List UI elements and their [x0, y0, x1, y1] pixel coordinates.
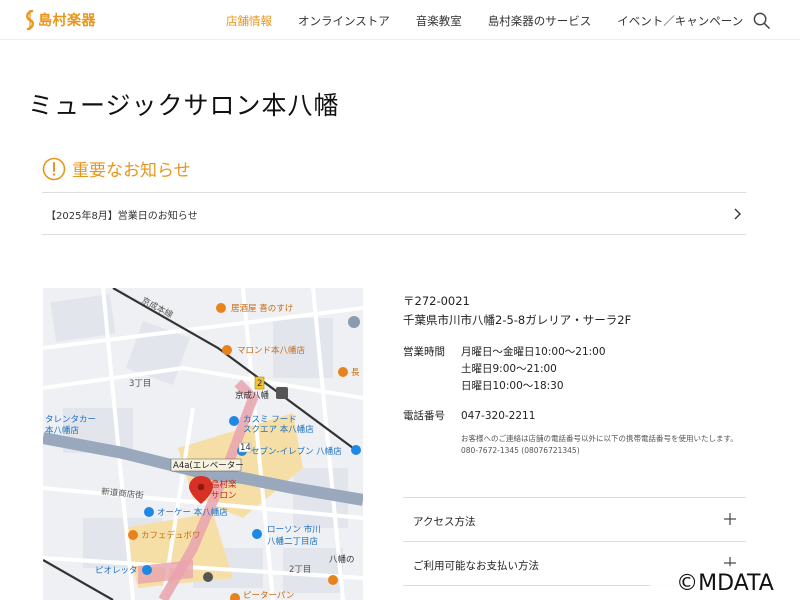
notice-title: 重要なお知らせ — [72, 161, 191, 181]
map-label-seven: セブン-イレブン 八幡店 — [251, 446, 342, 457]
poi-convenience-icon — [252, 529, 262, 539]
accordion-access-label: アクセス方法 — [413, 516, 476, 528]
watermark: ©MDATA — [650, 566, 800, 600]
notice-item-text: 【2025年8月】営業日のお知らせ — [46, 211, 198, 222]
map-label-yawata: 八幡の — [329, 554, 355, 565]
phone-number[interactable]: 047-320-2211 — [461, 408, 535, 425]
accordion-access[interactable]: アクセス方法 — [403, 497, 746, 541]
alert-icon — [42, 157, 66, 180]
nav-item-events[interactable]: イベント／キャンペーン — [617, 13, 743, 29]
map-label-naga: 長 — [351, 368, 360, 378]
poi-restaurant-icon — [222, 345, 232, 355]
poi-shop-icon — [229, 416, 239, 426]
hours-saturday: 土曜日9:00～21:00 — [461, 363, 557, 375]
nav-item-store-info[interactable]: 店舗情報 — [226, 13, 272, 29]
route-14-label: 14 — [240, 443, 251, 453]
hours-label: 営業時間 — [403, 346, 445, 358]
hours-weekday: 月曜日～金曜日10:00～21:00 — [461, 346, 606, 358]
map-label-cafe: カフェデュボワ — [141, 530, 201, 541]
map-label-talent: タレンタカー — [45, 415, 96, 425]
poi-gray-icon — [348, 316, 360, 328]
search-icon[interactable] — [752, 11, 771, 30]
map-label-exit: A4a(エレベーター — [173, 461, 244, 471]
map-label-okay: オーケー 本八幡店 — [157, 507, 228, 518]
nav-item-online-store[interactable]: オンラインストア — [298, 13, 390, 29]
poi-cafe-icon — [128, 530, 138, 540]
map-label-keisei-station: 京成八幡 — [235, 390, 270, 401]
postal-code: 〒272-0021 — [403, 294, 470, 308]
poi-shop-icon — [142, 565, 152, 575]
site-header: 島村楽器 店舗情報 オンラインストア 音楽教室 島村楽器のサービス イベント／キ… — [0, 0, 800, 40]
chevron-right-icon — [734, 208, 741, 220]
poi-shop-icon — [144, 507, 154, 517]
hours-values: 月曜日～金曜日10:00～21:00 土曜日9:00～21:00 日曜日10:0… — [461, 344, 606, 395]
logo[interactable]: 島村楽器 — [24, 9, 96, 31]
poi-shop-icon — [351, 445, 361, 455]
map-label-kasumi: カスミ フード — [243, 415, 297, 425]
poi-izakaya-icon — [216, 303, 226, 313]
map-label-lawson-2: 八幡二丁目店 — [267, 536, 319, 547]
map-label-izakaya: 居酒屋 喜のすけ — [231, 303, 293, 314]
phone-label: 電話番号 — [403, 410, 445, 422]
nav-item-services[interactable]: 島村楽器のサービス — [488, 13, 592, 29]
train-station-icon — [276, 387, 288, 399]
store-map[interactable]: 京成本線 居酒屋 喜のすけ マロンド本八幡店 長 3丁目 2 京成八幡 カスミ … — [43, 288, 363, 600]
map-label-store-2: サロン — [211, 491, 237, 501]
page-title: ミュージックサロン本八幡 — [28, 91, 340, 120]
alt-phone-number[interactable]: 080-7672-1345 (08076721345) — [461, 445, 751, 457]
map-label-lawson: ローソン 市川 — [267, 524, 321, 535]
map-label-3chome: 3丁目 — [129, 379, 151, 389]
phone-note-text: お客様へのご連絡は店舗の電話番号以外に以下の携帯電話番号を使用いたします。 — [461, 434, 738, 443]
map-label-talent-2: 本八幡店 — [45, 425, 80, 436]
poi-restaurant-icon — [338, 367, 348, 377]
map-label-kasumi-2: スクエア 本八幡店 — [243, 424, 314, 435]
phone-note: お客様へのご連絡は店舗の電話番号以外に以下の携帯電話番号を使用いたします。 08… — [461, 433, 751, 457]
poi-gray-icon — [203, 572, 213, 582]
plus-icon — [724, 513, 736, 525]
store-address: 千葉県市川市八幡2-5-8ガレリア・サーラ2F — [403, 313, 632, 327]
logo-mark-icon — [26, 9, 34, 31]
map-canvas: 京成本線 居酒屋 喜のすけ マロンド本八幡店 長 3丁目 2 京成八幡 カスミ … — [43, 288, 363, 600]
map-label-2chome: 2丁目 — [289, 565, 311, 575]
notice-item[interactable]: 【2025年8月】営業日のお知らせ — [42, 192, 746, 235]
logo-text: 島村楽器 — [38, 13, 96, 29]
map-label-store: 島村楽 — [211, 479, 237, 490]
map-label-pioretta: ピオレッタ — [95, 566, 138, 576]
poi-restaurant-icon — [328, 575, 338, 585]
nav-item-music-school[interactable]: 音楽教室 — [416, 13, 462, 29]
main-nav: 店舗情報 オンラインストア 音楽教室 島村楽器のサービス イベント／キャンペーン — [226, 13, 769, 29]
map-label-peter: ピーターパン — [243, 591, 294, 600]
store-info: 〒272-0021 千葉県市川市八幡2-5-8ガレリア・サーラ2F — [403, 292, 748, 330]
map-label-marudon: マロンド本八幡店 — [237, 345, 306, 356]
notice-heading: 重要なお知らせ — [42, 156, 191, 181]
hours-sunday: 日曜日10:00～18:30 — [461, 380, 564, 392]
route-2-label: 2 — [257, 379, 262, 389]
accordion-payment-label: ご利用可能なお支払い方法 — [413, 560, 539, 572]
